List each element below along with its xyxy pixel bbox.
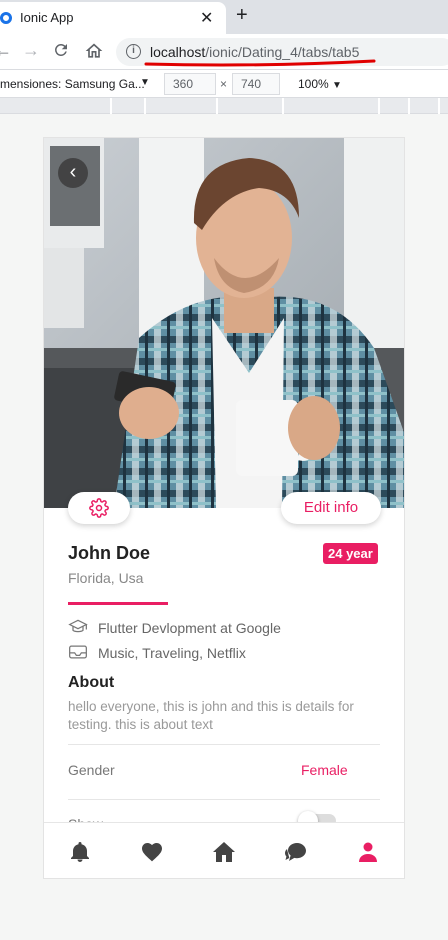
zoom-selector[interactable]: 100% ▼ [298, 77, 342, 91]
app-viewport: ‹ Edit info John Doe 24 year Florida, Us… [43, 137, 405, 879]
browser-toolbar: ← → i localhost/ionic/Dating_4/tabs/tab5 [0, 34, 448, 70]
work-text: Flutter Devlopment at Google [98, 620, 281, 636]
bell-icon[interactable] [68, 840, 92, 864]
hobbies-text: Music, Traveling, Netflix [98, 645, 246, 661]
age-badge: 24 year [323, 543, 378, 564]
tab-title: Ionic App [20, 10, 74, 25]
viewport-height-input[interactable]: 740 [232, 73, 280, 95]
section-divider [68, 744, 380, 745]
red-underline-annotation [144, 59, 376, 67]
section-divider [68, 799, 380, 800]
gender-value[interactable]: Female [301, 762, 348, 778]
inbox-tray-icon [69, 645, 87, 659]
new-tab-button[interactable]: + [236, 4, 248, 27]
about-text: hello everyone, this is john and this is… [68, 699, 354, 732]
site-info-icon[interactable]: i [126, 44, 141, 59]
zoom-value: 100% [298, 77, 329, 91]
forward-arrow-icon[interactable]: → [22, 40, 40, 61]
browser-tab[interactable]: Ionic App ✕ [0, 2, 226, 34]
person-icon[interactable] [356, 840, 380, 864]
profile-photo [44, 138, 404, 508]
about-heading: About [68, 674, 115, 691]
back-arrow-icon[interactable]: ← [0, 40, 12, 61]
home-page-icon[interactable] [84, 41, 104, 61]
graduation-cap-icon [68, 619, 88, 633]
heart-icon[interactable] [140, 840, 164, 864]
profile-location: Florida, Usa [68, 570, 144, 586]
devtools-device-bar: mensiones: Samsung Ga... ▼ 360 × 740 100… [0, 70, 448, 98]
accent-divider [68, 602, 168, 605]
device-selector[interactable]: mensiones: Samsung Ga... [0, 77, 145, 91]
back-button[interactable]: ‹ [58, 158, 88, 188]
home-icon[interactable] [212, 840, 236, 864]
address-bar[interactable]: i localhost/ionic/Dating_4/tabs/tab5 [116, 38, 448, 67]
dropdown-arrow-icon: ▼ [332, 80, 342, 91]
reload-icon[interactable] [52, 41, 70, 59]
edit-info-button[interactable]: Edit info [281, 492, 381, 524]
profile-name: John Doe [68, 543, 151, 563]
devtools-ruler [0, 98, 448, 114]
bottom-tab-bar [44, 822, 404, 878]
dropdown-arrow-icon[interactable]: ▼ [140, 77, 150, 88]
viewport-width-input[interactable]: 360 [164, 73, 216, 95]
gender-label: Gender [68, 762, 115, 778]
times-sign: × [220, 77, 228, 91]
chat-icon[interactable] [284, 840, 308, 864]
browser-tabstrip: Ionic App ✕ + [0, 0, 448, 34]
settings-button[interactable] [68, 492, 130, 524]
gear-icon [89, 498, 109, 518]
ionic-favicon-icon [0, 12, 12, 24]
tab-close-icon[interactable]: ✕ [200, 8, 213, 28]
